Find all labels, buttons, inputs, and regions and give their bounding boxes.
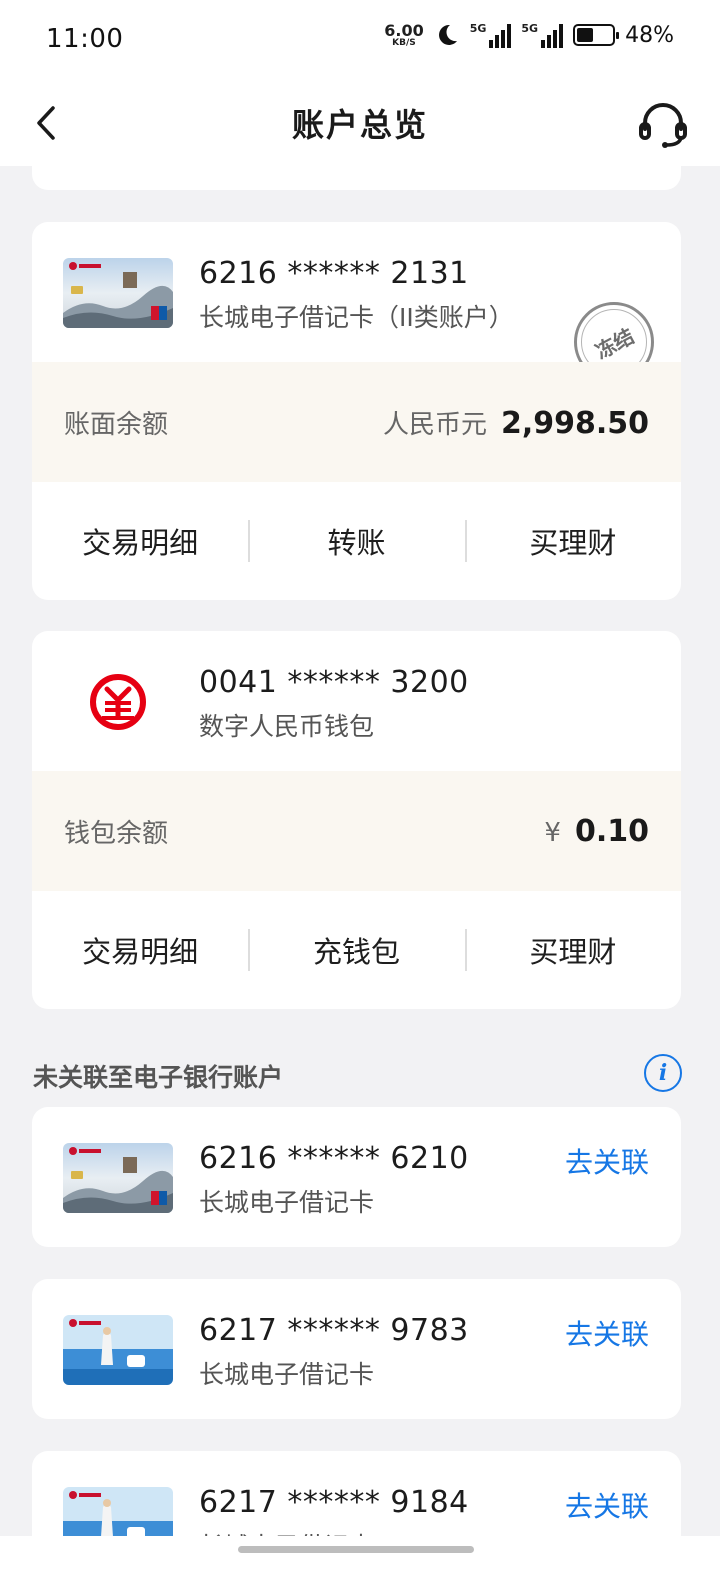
status-indicators: 6.00 KB/S 5G 5G 48% [384, 22, 674, 48]
app-header: 账户总览 [0, 80, 720, 166]
beach-card-image [63, 1315, 173, 1385]
wallet-balance-row: 钱包余额 ¥ 0.10 [32, 771, 681, 891]
headset-icon [639, 103, 687, 148]
unlinked-account-type: 长城电子借记卡 [199, 1188, 375, 1217]
account-number: 6216 ****** 2131 [199, 256, 469, 291]
battery-level [577, 28, 594, 42]
wallet-balance-amount: 0.10 [574, 813, 649, 849]
wallet-actions: 交易明细 充钱包 买理财 [32, 891, 681, 1009]
network-speed-value: 6.00 [384, 20, 424, 40]
info-icon[interactable]: i [644, 1054, 682, 1092]
moon-icon [438, 24, 457, 45]
network-speed-unit: KB/S [392, 37, 416, 48]
wallet-number: 0041 ****** 3200 [199, 665, 469, 700]
balance-currency: 人民币元 [382, 409, 487, 440]
unlinked-card[interactable]: 6217 ****** 9783 长城电子借记卡 去关联 [32, 1279, 681, 1419]
link-account-button[interactable]: 去关联 [565, 1141, 649, 1181]
home-indicator[interactable] [238, 1546, 474, 1553]
page-title: 账户总览 [291, 106, 428, 144]
transfer-button[interactable]: 转账 [248, 520, 464, 562]
balance-label: 账面余额 [64, 409, 169, 440]
unlinked-card[interactable]: 6217 ****** 9184 长城电子借记卡 去关联 [32, 1451, 681, 1536]
network-speed: 6.00 KB/S [384, 20, 424, 48]
beach-card-image [63, 1487, 173, 1536]
battery-icon [573, 24, 620, 46]
previous-card-remnant [32, 166, 681, 190]
top-up-wallet-button[interactable]: 充钱包 [248, 929, 464, 971]
unlinked-account-number: 6217 ****** 9783 [199, 1313, 469, 1348]
signal-strength-icon: 5G [470, 22, 512, 48]
signal-label: 5G [469, 22, 487, 35]
account-type: 长城电子借记卡（II类账户） [199, 303, 514, 332]
unlinked-account-type: 长城电子借记卡 [199, 1527, 374, 1536]
signal-strength-icon-2: 5G [521, 22, 564, 48]
wallet-balance-label: 钱包余额 [64, 818, 169, 849]
balance-row: 账面余额 人民币元 2,998.50 [32, 362, 681, 482]
wallet-transaction-details-button[interactable]: 交易明细 [32, 929, 248, 971]
wallet-type: 数字人民币钱包 [199, 712, 375, 741]
unlinked-account-number: 6217 ****** 9184 [199, 1485, 469, 1520]
unlinked-account-number: 6216 ****** 6210 [199, 1141, 469, 1176]
frozen-stamp-label: 冻结 [591, 323, 638, 364]
account-actions: 交易明细 转账 买理财 [32, 482, 681, 600]
signal-label-2: 5G [521, 22, 539, 35]
wallet-header[interactable]: 0041 ****** 3200 数字人民币钱包 [32, 631, 681, 771]
balance-amount: 2,998.50 [500, 405, 649, 441]
customer-service-button[interactable] [636, 98, 690, 152]
account-card: 6216 ****** 2131 长城电子借记卡（II类账户） 冻结 账面余额 … [32, 222, 681, 600]
ecny-logo-icon [63, 667, 173, 737]
status-bar: 11:00 6.00 KB/S 5G 5G 48% [0, 0, 720, 80]
battery-percent: 48% [625, 22, 674, 48]
unlinked-card[interactable]: 6216 ****** 6210 长城电子借记卡 去关联 [32, 1107, 681, 1247]
bottom-bar [0, 1536, 720, 1584]
great-wall-card-image [63, 258, 173, 328]
transaction-details-button[interactable]: 交易明细 [32, 520, 248, 562]
great-wall-card-image [63, 1143, 173, 1213]
link-account-button[interactable]: 去关联 [565, 1485, 649, 1525]
wallet-card: 0041 ****** 3200 数字人民币钱包 钱包余额 ¥ 0.10 交易明… [32, 631, 681, 1009]
unlinked-section-title: 未关联至电子银行账户 [33, 1063, 284, 1092]
buy-wealth-products-button[interactable]: 买理财 [465, 520, 681, 562]
wallet-buy-wealth-products-button[interactable]: 买理财 [465, 929, 681, 971]
status-time: 11:00 [46, 24, 124, 54]
account-header[interactable]: 6216 ****** 2131 长城电子借记卡（II类账户） 冻结 [32, 222, 681, 382]
link-account-button[interactable]: 去关联 [565, 1313, 649, 1353]
unlinked-account-type: 长城电子借记卡 [199, 1360, 375, 1389]
wallet-balance-currency: ¥ [544, 817, 561, 848]
account-list[interactable]: 6216 ****** 2131 长城电子借记卡（II类账户） 冻结 账面余额 … [0, 166, 720, 1536]
